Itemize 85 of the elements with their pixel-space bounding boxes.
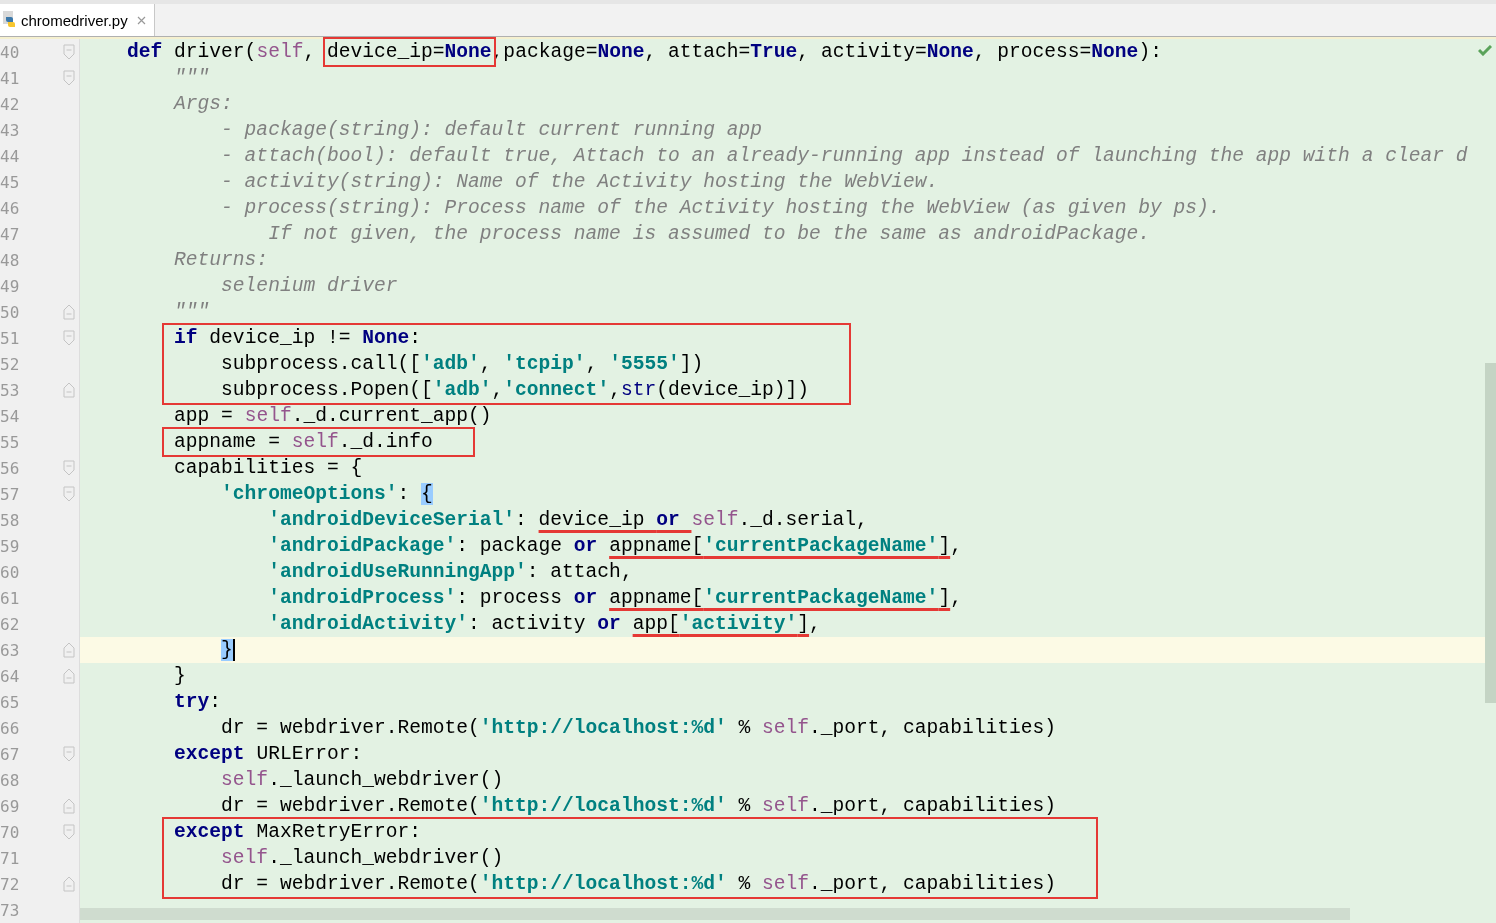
code-line: selenium driver — [221, 274, 398, 299]
code-line: subprocess.Popen(['adb','connect',str(device_ip)]) — [221, 378, 810, 403]
code-line: self._launch_webdriver() — [221, 768, 504, 793]
line-number: 41 — [0, 68, 21, 88]
line-number: 45 — [0, 172, 21, 192]
line-number: 52 — [0, 354, 21, 374]
code-line: """ — [174, 300, 210, 325]
line-number: 51 — [0, 328, 21, 348]
line-number: 46 — [0, 198, 21, 218]
line-number: 62 — [0, 614, 21, 634]
code-line: Returns: — [174, 248, 269, 273]
file-tab[interactable]: chromedriver.py — [0, 4, 155, 36]
code-line: """ — [174, 66, 210, 91]
fold-marker-icon[interactable] — [63, 798, 75, 814]
code-line: def driver(self, device_ip=None,package=None, attach=True, activity=None, process=None): — [127, 39, 1162, 65]
code-line: subprocess.call(['adb', 'tcpip', '5555']) — [221, 352, 704, 377]
close-icon[interactable] — [136, 15, 146, 25]
code-line: app = self._d.current_app() — [174, 404, 492, 429]
fold-marker-icon[interactable] — [63, 486, 75, 502]
line-number: 61 — [0, 588, 21, 608]
fold-marker-icon[interactable] — [63, 746, 75, 762]
line-number: 63 — [0, 640, 21, 660]
code-line: - attach(bool): default true, Attach to an already-running app instead of launching the app with a clear d — [221, 144, 1468, 169]
code-line: If not given, the process name is assumed to be the same as androidPackage. — [268, 222, 1150, 247]
line-number: 53 — [0, 380, 21, 400]
line-number: 60 — [0, 562, 21, 582]
line-number: 70 — [0, 822, 21, 842]
line-number: 47 — [0, 224, 21, 244]
python-file-icon — [2, 11, 18, 29]
line-number: 58 — [0, 510, 21, 530]
line-number: 42 — [0, 94, 21, 114]
fold-marker-icon[interactable] — [63, 304, 75, 320]
line-number: 49 — [0, 276, 21, 296]
line-number: 66 — [0, 718, 21, 738]
line-number: 48 — [0, 250, 21, 270]
fold-marker-icon[interactable] — [63, 382, 75, 398]
line-number: 54 — [0, 406, 21, 426]
code-line: if device_ip != None: — [174, 326, 422, 351]
code-line: - process(string): Process name of the Activity hosting the WebView (as given by ps). — [221, 196, 1221, 221]
fold-marker-icon[interactable] — [63, 642, 75, 658]
code-line: appname = self._d.info — [174, 430, 433, 455]
line-number: 71 — [0, 848, 21, 868]
code-line: 'androidDeviceSerial': device_ip or self._d.serial, — [268, 508, 868, 533]
scrollbar-thumb[interactable] — [1485, 363, 1496, 703]
fold-marker-icon[interactable] — [63, 44, 75, 60]
code-line: dr = webdriver.Remote('http://localhost:%d' % self._port, capabilities) — [221, 716, 1056, 741]
fold-marker-icon[interactable] — [63, 876, 75, 892]
code-line: try: — [174, 690, 222, 715]
line-number: 50 — [0, 302, 21, 322]
fold-marker-icon[interactable] — [63, 460, 75, 476]
line-number: 73 — [0, 900, 21, 920]
line-number: 67 — [0, 744, 21, 764]
line-number: 40 — [0, 42, 21, 62]
code-line: capabilities = { — [174, 456, 363, 481]
line-number: 65 — [0, 692, 21, 712]
code-line: - package(string): default current running app — [221, 118, 762, 143]
code-line: except URLError: — [174, 742, 363, 767]
line-number: 56 — [0, 458, 21, 478]
check-icon — [1478, 45, 1492, 56]
fold-marker-icon[interactable] — [63, 330, 75, 346]
code-line: 'androidUseRunningApp': attach, — [268, 560, 633, 585]
code-line: - activity(string): Name of the Activity hosting the WebView. — [221, 170, 939, 195]
line-number: 59 — [0, 536, 21, 556]
code-line: 'chromeOptions': { — [221, 482, 433, 507]
line-number: 57 — [0, 484, 21, 504]
code-line: dr = webdriver.Remote('http://localhost:%d' % self._port, capabilities) — [221, 872, 1056, 897]
line-number: 43 — [0, 120, 21, 140]
scrollbar-thumb[interactable] — [80, 908, 1350, 920]
code-line: 'androidProcess': process or appname['currentPackageName'], — [268, 586, 962, 611]
line-number: 72 — [0, 874, 21, 894]
fold-marker-icon[interactable] — [63, 70, 75, 86]
code-line: } — [174, 664, 186, 689]
code-line: self._launch_webdriver() — [221, 846, 504, 871]
line-number: 64 — [0, 666, 21, 686]
fold-marker-icon[interactable] — [63, 824, 75, 840]
fold-marker-icon[interactable] — [63, 668, 75, 684]
code-line: 'androidActivity': activity or app['activity'], — [268, 612, 821, 637]
code-line: 'androidPackage': package or appname['currentPackageName'], — [268, 534, 962, 559]
code-line: dr = webdriver.Remote('http://localhost:%d' % self._port, capabilities) — [221, 794, 1056, 819]
line-number: 69 — [0, 796, 21, 816]
code-line: Args: — [174, 92, 233, 117]
code-line: except MaxRetryError: — [174, 820, 421, 845]
line-number: 68 — [0, 770, 21, 790]
line-number: 44 — [0, 146, 21, 166]
line-number: 55 — [0, 432, 21, 452]
